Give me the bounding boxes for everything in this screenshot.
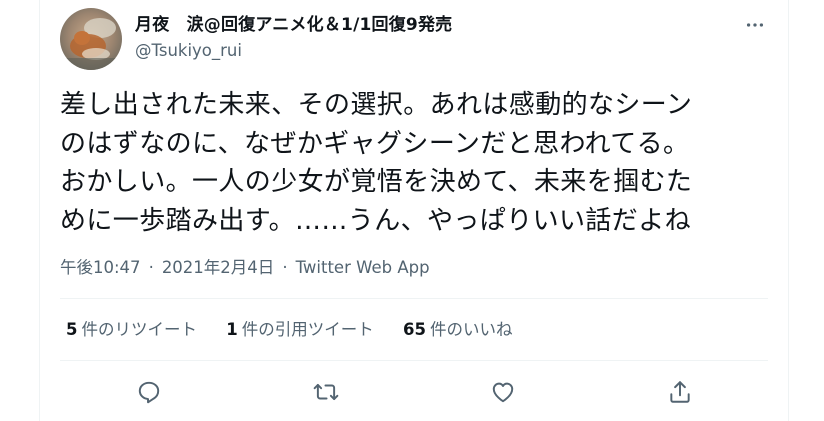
tweet-time[interactable]: 午後10:47	[60, 256, 141, 280]
retweets-label: 件のリツイート	[81, 320, 197, 339]
retweets-stat[interactable]: 5 件のリツイート	[66, 318, 197, 342]
like-button[interactable]	[485, 374, 521, 410]
reply-icon	[138, 381, 159, 404]
reply-button[interactable]	[131, 374, 167, 410]
display-name[interactable]: 月夜 涙@回復アニメ化＆1/1回復9発売	[135, 14, 452, 36]
share-button[interactable]	[662, 374, 698, 410]
tweet-meta: 午後10:47 · 2021年2月4日 · Twitter Web App	[60, 256, 430, 280]
tweet-text: 差し出された未来、その選択。あれは感動的なシーン のはずなのに、なぜかギャグシー…	[60, 90, 693, 236]
tweet-date[interactable]: 2021年2月4日	[162, 256, 275, 280]
more-options-icon[interactable]	[742, 12, 768, 38]
meta-separator: ·	[148, 258, 154, 277]
meta-separator: ·	[282, 258, 288, 277]
share-icon	[669, 381, 690, 403]
quotes-label: 件の引用ツイート	[241, 320, 374, 339]
quotes-count: 1	[226, 320, 238, 339]
like-icon	[492, 382, 513, 403]
likes-stat[interactable]: 65 件のいいね	[403, 318, 512, 342]
likes-count: 65	[402, 320, 426, 339]
tweet-source[interactable]: Twitter Web App	[296, 256, 430, 280]
divider	[60, 298, 768, 299]
retweet-button[interactable]	[308, 374, 344, 410]
tweet-stats: 5 件のリツイート 1 件の引用ツイート 65 件のいいね	[66, 318, 536, 342]
quotes-stat[interactable]: 1 件の引用ツイート	[226, 318, 373, 342]
avatar[interactable]	[60, 8, 122, 70]
divider	[60, 360, 768, 361]
retweets-count: 5	[66, 320, 78, 339]
retweet-icon	[313, 383, 338, 401]
likes-label: 件のいいね	[429, 320, 513, 339]
user-handle[interactable]: @Tsukiyo_rui	[135, 40, 242, 62]
action-bar	[60, 374, 768, 410]
tweet-card: 月夜 涙@回復アニメ化＆1/1回復9発売 @Tsukiyo_rui 差し出された…	[39, 0, 789, 421]
